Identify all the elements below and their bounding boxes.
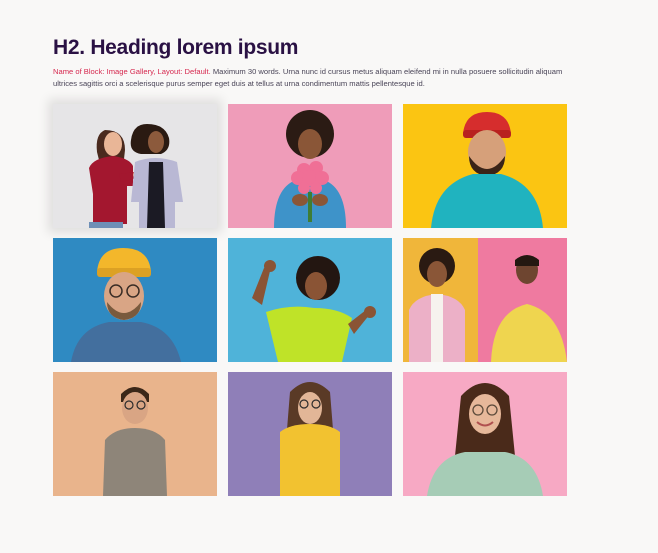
page-heading: H2. Heading lorem ipsum — [53, 36, 299, 59]
two-women-photo — [53, 104, 217, 228]
woman-flowers-photo — [228, 104, 392, 228]
man-glasses-photo — [53, 372, 217, 496]
man-yellow-beanie-photo — [53, 238, 217, 362]
gallery-image-7[interactable] — [53, 372, 217, 496]
gallery-image-6[interactable] — [403, 238, 567, 362]
gallery-image-4[interactable] — [53, 238, 217, 362]
gallery-image-3[interactable] — [403, 104, 567, 228]
woman-and-man-photo — [403, 238, 567, 362]
image-gallery — [53, 104, 567, 496]
gallery-description: Name of Block: Image Gallery, Layout: De… — [53, 66, 573, 90]
woman-dancing-photo — [228, 238, 392, 362]
gallery-image-5[interactable] — [228, 238, 392, 362]
woman-glasses-pink-photo — [403, 372, 567, 496]
man-red-beanie-photo — [403, 104, 567, 228]
woman-yellow-sweater-photo — [228, 372, 392, 496]
gallery-image-9[interactable] — [403, 372, 567, 496]
gallery-image-1[interactable] — [53, 104, 217, 228]
gallery-image-8[interactable] — [228, 372, 392, 496]
page: H2. Heading lorem ipsum Name of Block: I… — [0, 0, 658, 553]
gallery-image-2[interactable] — [228, 104, 392, 228]
block-name-label: Name of Block: Image Gallery, Layout: De… — [53, 67, 211, 76]
